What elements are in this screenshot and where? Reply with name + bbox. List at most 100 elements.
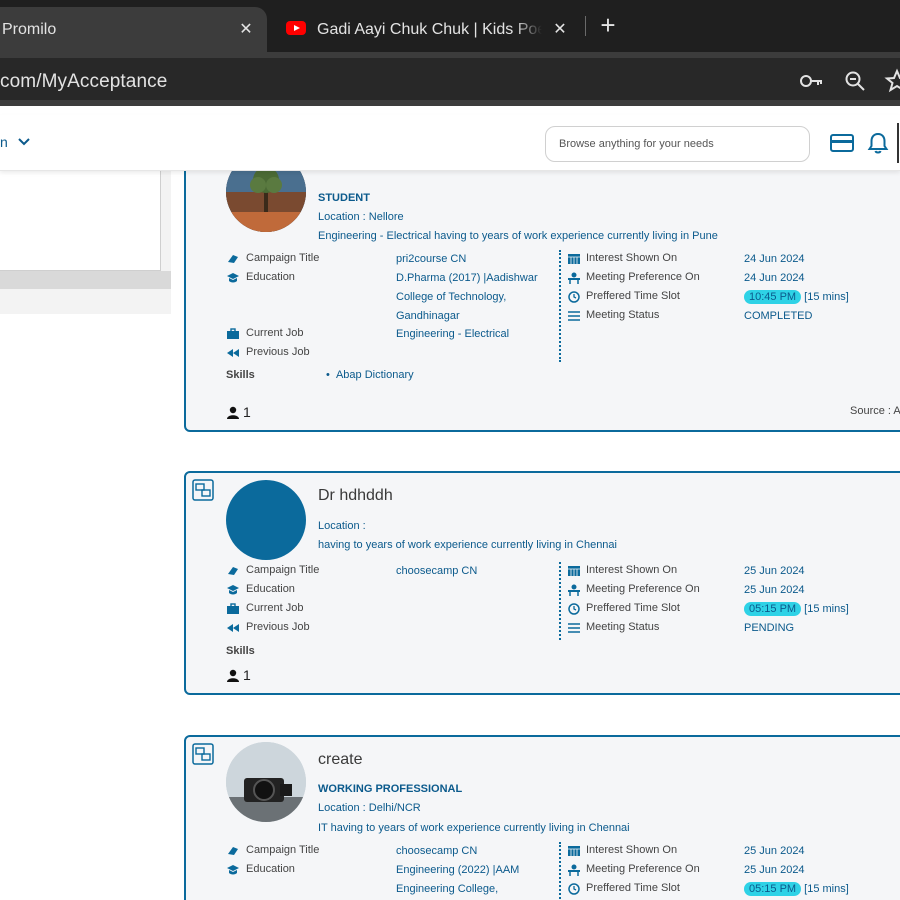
current-job-label: Current Job (246, 602, 304, 614)
time-slot-label: Preffered Time Slot (586, 290, 680, 302)
profile-name: create (318, 751, 363, 768)
profile-summary: IT having to years of work experience cu… (318, 822, 630, 834)
key-icon[interactable] (798, 68, 824, 94)
url-text[interactable]: com/MyAcceptance (0, 71, 167, 93)
skill-text: Abap Dictionary (335, 369, 414, 381)
skill-item: • Abap Dictionary (326, 369, 414, 381)
browser-toolbar: com/MyAcceptance (0, 52, 900, 106)
meeting-preference-label: Meeting Preference On (586, 583, 700, 595)
bell-icon[interactable] (865, 132, 891, 154)
current-job-label: Current Job (246, 327, 304, 339)
interest-shown-value: 25 Jun 2024 (744, 845, 805, 857)
tab-close-icon[interactable]: ✕ (548, 17, 572, 41)
menu-icon (568, 623, 580, 633)
education-label: Education (246, 583, 295, 595)
tab-promilo[interactable]: Promilo ✕ (0, 7, 267, 52)
interest-shown-label: Interest Shown On (586, 564, 678, 576)
meeting-icon (568, 272, 580, 284)
transfer-icon[interactable] (192, 743, 214, 765)
column-divider (559, 842, 561, 900)
column-divider (559, 250, 561, 362)
calendar-icon (568, 254, 580, 264)
education-line: College of Technology, (396, 291, 507, 303)
time-pill: 05:15 PM (744, 882, 802, 896)
new-tab-button[interactable]: + (594, 12, 622, 40)
interest-shown-value: 24 Jun 2024 (744, 253, 805, 265)
rewind-icon (227, 349, 239, 357)
time-slot-label: Preffered Time Slot (586, 882, 680, 894)
campaign-title-label: Campaign Title (246, 564, 320, 576)
campaign-title-value: pri2course CN (396, 253, 467, 265)
meeting-status-label: Meeting Status (586, 309, 660, 321)
clock-icon (568, 603, 580, 615)
meeting-preference-label: Meeting Preference On (586, 271, 700, 283)
count-value: 1 (243, 404, 251, 420)
campaign-title-value: choosecamp CN (396, 845, 478, 857)
profile-location: Location : Delhi/NCR (318, 802, 421, 814)
participant-count: 1 (226, 404, 251, 420)
time-slot-value: 05:15 PM [15 mins] (744, 602, 849, 616)
time-slot-label: Preffered Time Slot (586, 602, 680, 614)
education-line: Gandhinagar (396, 310, 460, 322)
column-divider (559, 562, 561, 640)
education-icon (227, 273, 239, 283)
education-line: Engineering (2022) |AAM (396, 864, 520, 876)
address-bar[interactable]: com/MyAcceptance (0, 58, 900, 100)
acceptance-card: create WORKING PROFESSIONAL Location : D… (184, 735, 900, 900)
current-job-value: Engineering - Electrical (396, 328, 510, 340)
person-icon (227, 406, 239, 419)
education-icon (227, 865, 239, 875)
card-icon[interactable] (829, 132, 855, 154)
education-icon (227, 585, 239, 595)
campaign-icon (228, 255, 238, 263)
campaign-title-label: Campaign Title (246, 252, 320, 264)
tab-title: Gadi Aayi Chuk Chuk | Kids Poem (317, 20, 542, 38)
meeting-status-label: Meeting Status (586, 621, 660, 633)
time-pill: 05:15 PM (744, 602, 802, 616)
left-panel (0, 171, 171, 314)
count-value: 1 (243, 667, 251, 683)
campaign-title-label: Campaign Title (246, 844, 320, 856)
clock-icon (568, 291, 580, 303)
interest-shown-label: Interest Shown On (586, 252, 678, 264)
interest-shown-value: 25 Jun 2024 (744, 565, 805, 577)
time-slot-value: 05:15 PM [15 mins] (744, 882, 849, 896)
calendar-icon (568, 566, 580, 576)
person-icon (227, 669, 239, 682)
tab-separator (585, 16, 586, 36)
briefcase-icon (227, 603, 239, 614)
rewind-icon (227, 624, 239, 632)
camera-photo (226, 742, 306, 822)
tab-close-icon[interactable]: ✕ (234, 17, 258, 41)
briefcase-icon (227, 328, 239, 339)
nav-dropdown-label[interactable]: n (0, 134, 8, 150)
menu-icon (568, 311, 580, 321)
star-icon[interactable] (884, 68, 900, 94)
transfer-icon[interactable] (192, 479, 214, 501)
campaign-icon (228, 567, 238, 575)
clock-icon (568, 883, 580, 895)
education-line: Engineering College, (396, 883, 499, 895)
meeting-icon (568, 864, 580, 876)
profile-location: Location : Nellore (318, 211, 404, 223)
duration: [15 mins] (804, 603, 849, 615)
tab-youtube[interactable]: Gadi Aayi Chuk Chuk | Kids Poem ✕ (272, 7, 582, 52)
app-header: n (0, 115, 900, 171)
search-input[interactable] (545, 126, 810, 162)
education-label: Education (246, 863, 295, 875)
acceptance-card: STUDENT Location : Nellore Engineering -… (184, 140, 900, 432)
skills-label: Skills (226, 369, 255, 381)
duration: [15 mins] (804, 883, 849, 895)
calendar-icon (568, 846, 580, 856)
source-label: Source : A (850, 405, 900, 417)
education-label: Education (246, 271, 295, 283)
zoom-icon[interactable] (842, 68, 868, 94)
time-pill: 10:45 PM (744, 290, 802, 304)
chevron-down-icon[interactable] (16, 134, 32, 150)
meeting-preference-label: Meeting Preference On (586, 863, 700, 875)
campaign-icon (228, 847, 238, 855)
youtube-icon (286, 21, 306, 35)
left-panel-box (0, 171, 161, 271)
campaign-title-value: choosecamp CN (396, 565, 478, 577)
meeting-preference-value: 25 Jun 2024 (744, 584, 805, 596)
